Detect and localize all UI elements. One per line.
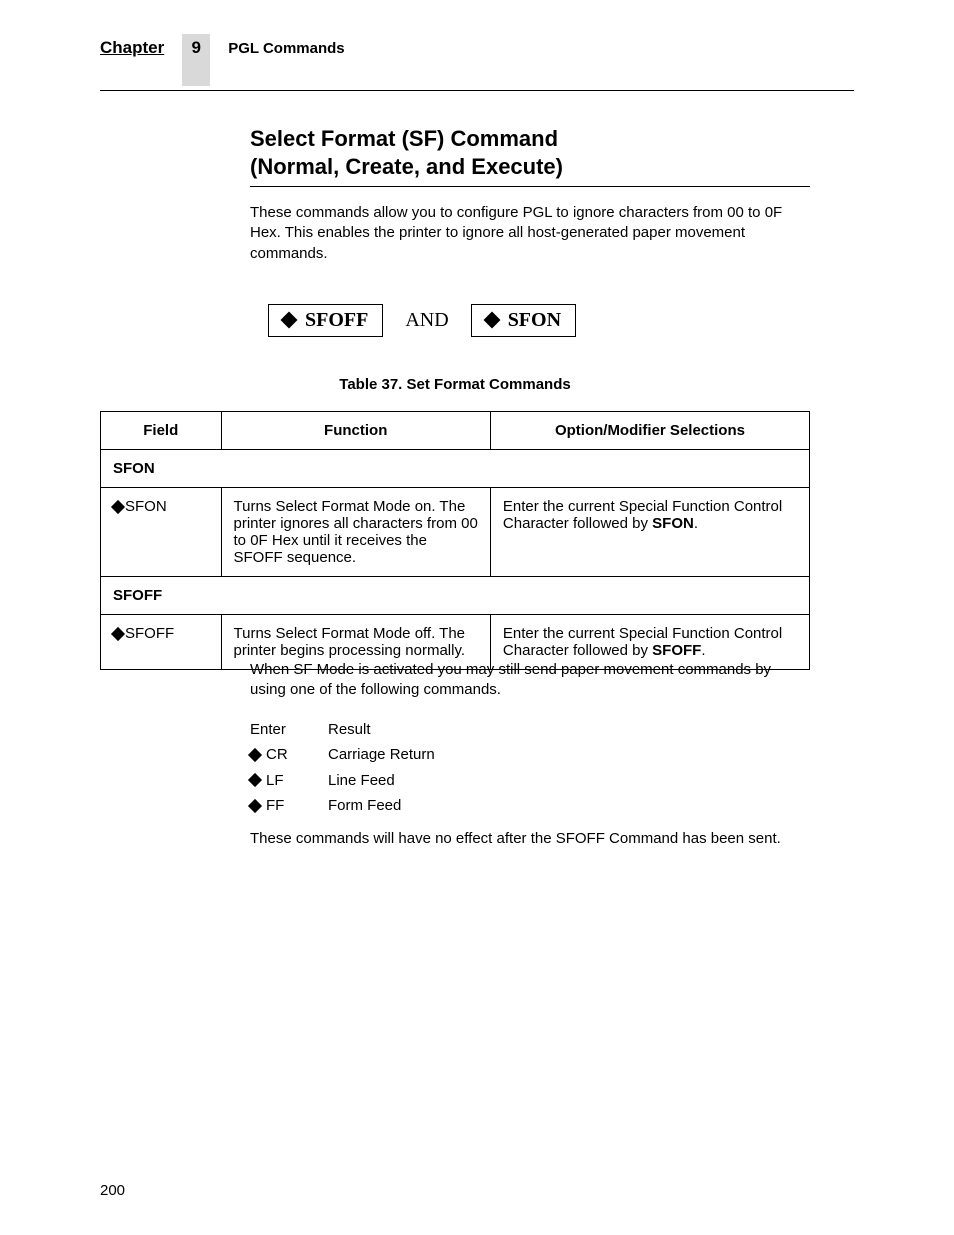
after-para2: These commands will have no effect after… [250, 829, 810, 849]
cmd-row: FF Form Feed [250, 793, 810, 819]
cell-option-sfon: Enter the current Special Function Contr… [490, 488, 809, 577]
th-option: Option/Modifier Selections [490, 412, 809, 450]
th-field: Field [101, 412, 222, 450]
cmd-result-lf: Line Feed [328, 768, 395, 794]
th-function: Function [221, 412, 490, 450]
section-title-line2: (Normal, Create, and Execute) [250, 154, 563, 179]
subhead-sfon: SFON [101, 450, 810, 488]
chapter-number: 9 [182, 34, 210, 86]
cmd-header-row: Enter Result [250, 717, 810, 743]
section-title-line1: Select Format (SF) Command [250, 126, 558, 151]
page-number: 200 [100, 1182, 125, 1199]
field-sfon-text: SFON [125, 498, 167, 515]
section-title: Select Format (SF) Command (Normal, Crea… [250, 125, 810, 187]
cmd-row: LF Line Feed [250, 768, 810, 794]
option-sfon-pre: Enter the current Special Function Contr… [503, 498, 782, 532]
cell-field-sfon: SFON [101, 488, 222, 577]
diamond-icon [483, 312, 500, 329]
table-wrap: Table 37. Set Format Commands Field Func… [100, 376, 810, 670]
option-sfoff-bold: SFOFF [652, 642, 701, 659]
cell-field-sfoff: SFOFF [101, 615, 222, 670]
field-sfoff-text: SFOFF [125, 625, 174, 642]
table-row: SFON Turns Select Format Mode on. The pr… [101, 488, 810, 577]
diamond-icon [248, 748, 262, 762]
cmd-code-ff-text: FF [266, 793, 284, 819]
cmd-code-lf: LF [250, 768, 328, 794]
cmd-code-cr-text: CR [266, 742, 288, 768]
content-area: Select Format (SF) Command (Normal, Crea… [250, 125, 810, 387]
subhead-sfoff: SFOFF [101, 577, 810, 615]
syntax-sfoff-text: SFOFF [305, 309, 368, 332]
option-sfon-post: . [694, 515, 698, 532]
after-para1: When SF Mode is activated you may still … [250, 660, 810, 701]
cmd-row: CR Carriage Return [250, 742, 810, 768]
table-subhead-row: SFOFF [101, 577, 810, 615]
syntax-sfon-text: SFON [508, 309, 561, 332]
syntax-and: AND [405, 309, 448, 332]
cmd-code-ff: FF [250, 793, 328, 819]
command-list: Enter Result CR Carriage Return LF Line … [250, 717, 810, 819]
chapter-label: Chapter [100, 38, 164, 58]
diamond-icon [248, 773, 262, 787]
option-sfon-bold: SFON [652, 515, 694, 532]
diamond-icon [111, 500, 125, 514]
table-subhead-row: SFON [101, 450, 810, 488]
cmd-head-enter: Enter [250, 717, 328, 743]
page-header: Chapter 9 PGL Commands [100, 38, 854, 91]
syntax-box-sfon: SFON [471, 304, 576, 337]
cmd-result-ff: Form Feed [328, 793, 401, 819]
cell-function-sfon: Turns Select Format Mode on. The printer… [221, 488, 490, 577]
cmd-code-cr: CR [250, 742, 328, 768]
syntax-box-sfoff: SFOFF [268, 304, 383, 337]
after-table: When SF Mode is activated you may still … [250, 660, 810, 865]
cmd-head-result: Result [328, 717, 371, 743]
diamond-icon [281, 312, 298, 329]
header-title: PGL Commands [228, 40, 344, 57]
set-format-table: Field Function Option/Modifier Selection… [100, 411, 810, 670]
option-sfoff-pre: Enter the current Special Function Contr… [503, 625, 782, 659]
cmd-code-lf-text: LF [266, 768, 284, 794]
diamond-icon [248, 799, 262, 813]
table-header-row: Field Function Option/Modifier Selection… [101, 412, 810, 450]
intro-paragraph: These commands allow you to configure PG… [250, 203, 810, 264]
syntax-row: SFOFF AND SFON [250, 304, 810, 337]
option-sfoff-post: . [701, 642, 705, 659]
table-caption: Table 37. Set Format Commands [100, 376, 810, 393]
diamond-icon [111, 627, 125, 641]
cmd-result-cr: Carriage Return [328, 742, 435, 768]
